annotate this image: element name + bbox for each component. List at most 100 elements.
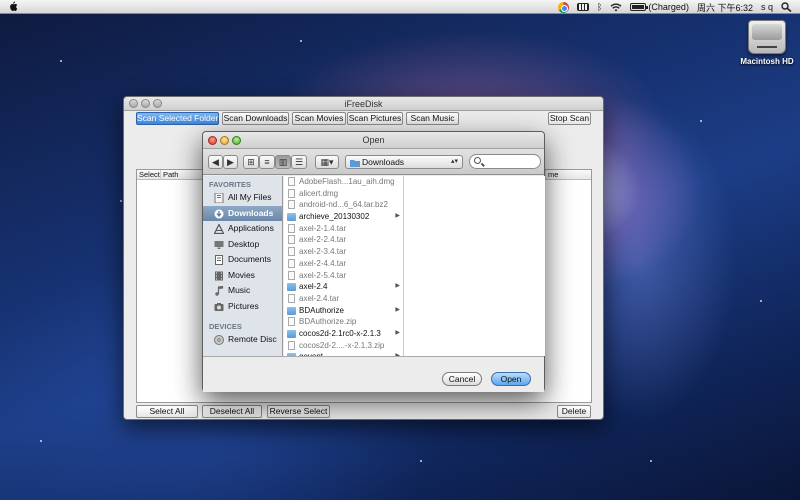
sidebar-item-movies[interactable]: Movies — [203, 268, 282, 284]
menu-user[interactable]: s q — [761, 2, 773, 12]
column-header-select[interactable]: Select — [137, 170, 161, 180]
sidebar-item-music[interactable]: Music — [203, 283, 282, 299]
file-name: axel-2-1.4.tar — [299, 223, 347, 233]
file-name: axel-2-2.4.tar — [299, 235, 347, 245]
delete-button[interactable]: Delete — [557, 405, 591, 418]
stop-scan-button[interactable]: Stop Scan — [548, 112, 591, 125]
select-all-button[interactable]: Select All — [136, 405, 198, 418]
view-icons-button[interactable]: ⊞ — [243, 155, 259, 169]
folder-row[interactable]: BDAuthorize ▶ — [284, 305, 403, 317]
dialog-title: Open — [362, 135, 385, 145]
input-source-icon[interactable] — [577, 3, 590, 11]
macintosh-hd-desktop-item[interactable]: Macintosh HD — [740, 20, 794, 66]
wifi-icon[interactable] — [610, 3, 622, 12]
file-row[interactable]: AdobeFlash...1au_aih.dmg — [284, 176, 403, 188]
scan-music-button[interactable]: Scan Music — [406, 112, 459, 125]
file-name: BDAuthorize — [299, 305, 344, 315]
window-titlebar[interactable]: iFreeDisk — [124, 97, 603, 111]
file-column[interactable]: AdobeFlash...1au_aih.dmg alicert.dmg andro… — [284, 176, 404, 356]
file-name: axel-2.4.tar — [299, 293, 340, 303]
pictures-icon — [214, 302, 224, 311]
favorites-header: FAVORITES — [209, 180, 251, 189]
documents-icon — [215, 255, 223, 265]
view-coverflow-button[interactable]: ☰ — [291, 155, 307, 169]
movies-icon — [215, 271, 223, 280]
view-columns-button[interactable]: ▥ — [275, 155, 291, 169]
minimize-button[interactable] — [141, 99, 150, 108]
spotlight-icon[interactable] — [781, 2, 792, 12]
dialog-zoom-button[interactable] — [232, 136, 241, 145]
sidebar-item-label: Movies — [228, 269, 255, 280]
sidebar-item-label: Applications — [228, 223, 274, 233]
star — [650, 460, 652, 462]
location-label: Downloads — [362, 157, 405, 167]
file-name: cocos2d-2....-x-2.1.3.zip — [299, 340, 385, 350]
view-list-button[interactable]: ≡ — [259, 155, 275, 169]
file-name: alicert.dmg — [299, 188, 339, 198]
file-name: android-nd...6_64.tar.bz2 — [299, 200, 388, 210]
reverse-select-button[interactable]: Reverse Select — [267, 405, 330, 418]
sidebar-item-remote-disc[interactable]: Remote Disc — [203, 332, 282, 348]
file-row[interactable]: axel-2-3.4.tar — [284, 246, 403, 258]
location-popup[interactable]: Downloads ▴▾ — [345, 155, 463, 169]
file-row[interactable]: axel-2-2.4.tar — [284, 234, 403, 246]
back-button[interactable]: ◀ — [208, 155, 223, 169]
dialog-window-controls — [208, 136, 241, 145]
battery-status[interactable]: (Charged) — [630, 2, 689, 12]
bluetooth-icon[interactable]: ᛒ — [597, 2, 602, 12]
desktop-icon — [214, 240, 224, 249]
devices-header: DEVICES — [209, 322, 242, 331]
scan-selected-folder-button[interactable]: Scan Selected Folder — [136, 112, 219, 125]
star — [300, 40, 302, 42]
forward-button[interactable]: ▶ — [223, 155, 238, 169]
file-row[interactable]: axel-2-4.4.tar — [284, 258, 403, 270]
scan-pictures-button[interactable]: Scan Pictures — [347, 112, 403, 125]
disclosure-chevron-icon: ▶ — [395, 283, 400, 290]
battery-label: (Charged) — [648, 2, 689, 12]
sidebar-item-label: Documents — [228, 254, 271, 264]
file-row[interactable]: BDAuthorize.zip — [284, 316, 403, 328]
close-button[interactable] — [129, 99, 138, 108]
menu-clock[interactable]: 周六 下午6:32 — [697, 1, 753, 14]
folder-row[interactable]: axel-2.4 ▶ — [284, 281, 403, 293]
file-row[interactable]: android-nd...6_64.tar.bz2 — [284, 199, 403, 211]
scan-downloads-button[interactable]: Scan Downloads — [222, 112, 289, 125]
icon-view-icon: ⊞ — [247, 157, 255, 167]
sidebar-item-pictures[interactable]: Pictures — [203, 299, 282, 315]
file-browser[interactable]: AdobeFlash...1au_aih.dmg alicert.dmg andro… — [284, 176, 545, 356]
document-icon — [288, 317, 295, 327]
arrange-button[interactable]: ▦▾ — [315, 155, 339, 169]
scan-movies-button[interactable]: Scan Movies — [292, 112, 346, 125]
file-row[interactable]: axel-2-1.4.tar — [284, 223, 403, 235]
folder-row[interactable]: cocos2d-2.1rc0-x-2.1.3 ▶ — [284, 328, 403, 340]
preview-column[interactable] — [405, 176, 545, 356]
menu-extras: ᛒ (Charged) 周六 下午6:32 s q — [558, 0, 792, 14]
dialog-close-button[interactable] — [208, 136, 217, 145]
file-row[interactable]: cocos2d-2....-x-2.1.3.zip — [284, 340, 403, 352]
dialog-minimize-button[interactable] — [220, 136, 229, 145]
apple-menu-icon[interactable] — [8, 1, 18, 12]
folder-row[interactable]: archieve_20130302 ▶ — [284, 211, 403, 223]
file-row[interactable]: axel-2-5.4.tar — [284, 270, 403, 282]
document-icon — [288, 258, 295, 268]
chrome-icon[interactable] — [558, 1, 570, 13]
cancel-button[interactable]: Cancel — [442, 372, 482, 386]
sidebar-item-documents[interactable]: Documents — [203, 252, 282, 268]
deselect-all-button[interactable]: Deselect All — [202, 405, 262, 418]
column-header-name[interactable]: me — [545, 170, 593, 180]
file-name: cocos2d-2.1rc0-x-2.1.3 — [299, 328, 381, 338]
search-input[interactable] — [469, 154, 541, 169]
dialog-sidebar: FAVORITES All My Files Downloads Applica… — [203, 176, 283, 356]
sidebar-item-desktop[interactable]: Desktop — [203, 237, 282, 253]
file-row[interactable]: axel-2.4.tar — [284, 293, 403, 305]
zoom-button[interactable] — [153, 99, 162, 108]
file-row[interactable]: alicert.dmg — [284, 188, 403, 200]
sidebar-item-applications[interactable]: Applications — [203, 221, 282, 237]
document-icon — [288, 270, 295, 280]
document-icon — [288, 340, 295, 350]
star — [700, 120, 702, 122]
dialog-titlebar[interactable]: Open — [203, 132, 544, 149]
sidebar-item-downloads[interactable]: Downloads — [203, 205, 282, 221]
open-button[interactable]: Open — [491, 372, 531, 386]
sidebar-item-all-my-files[interactable]: All My Files — [203, 190, 282, 206]
